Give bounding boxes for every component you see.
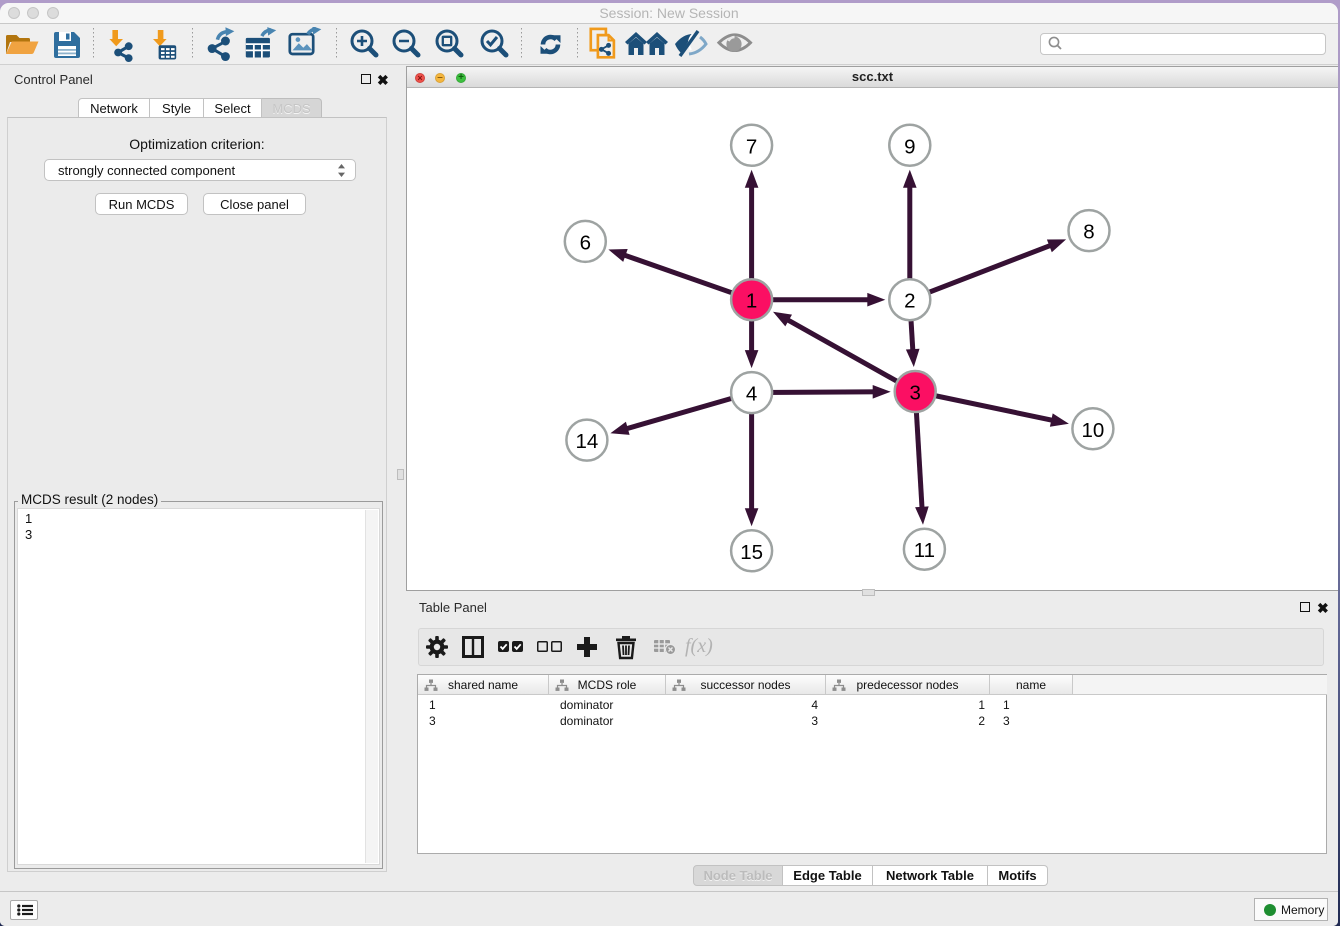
- svg-text:15: 15: [740, 541, 763, 564]
- svg-text:11: 11: [914, 539, 935, 562]
- svg-text:1: 1: [746, 290, 757, 313]
- svg-text:9: 9: [904, 135, 915, 158]
- svg-text:f(x): f(x): [685, 635, 713, 657]
- svg-text:6: 6: [580, 231, 591, 254]
- svg-text:3: 3: [909, 382, 920, 405]
- svg-text:2: 2: [904, 290, 915, 313]
- svg-text:14: 14: [575, 430, 598, 453]
- svg-text:4: 4: [746, 383, 757, 406]
- svg-text:8: 8: [1083, 221, 1094, 244]
- svg-text:7: 7: [746, 135, 757, 158]
- svg-text:10: 10: [1081, 419, 1104, 442]
